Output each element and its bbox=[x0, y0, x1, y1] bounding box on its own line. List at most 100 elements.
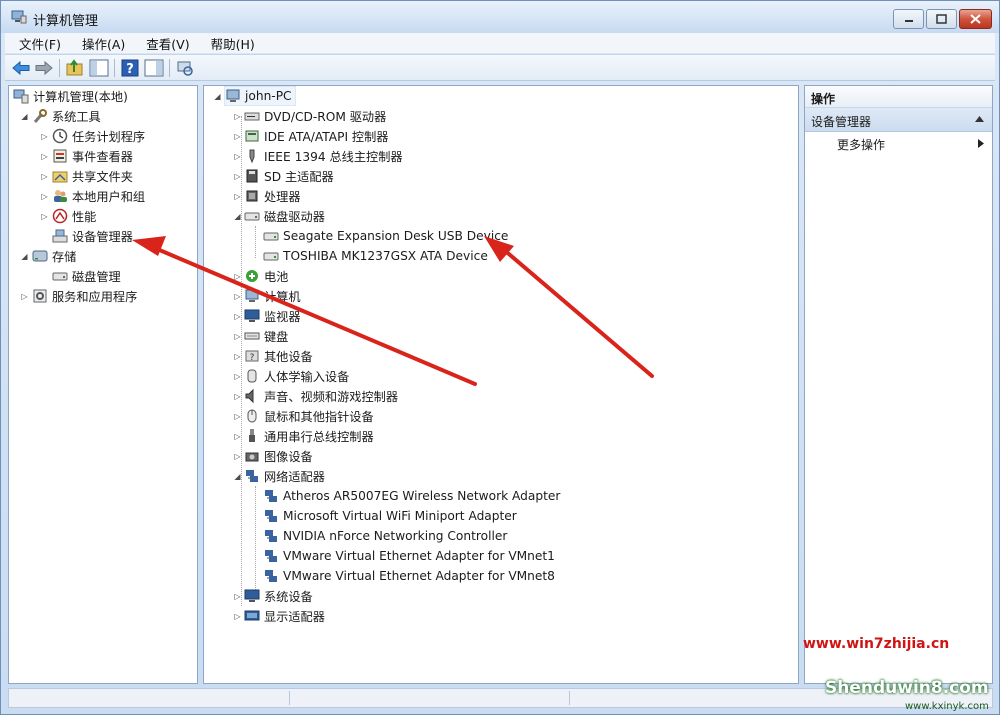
expand-icon[interactable]: ▷ bbox=[20, 292, 29, 301]
device-category[interactable]: 系统设备 bbox=[244, 586, 313, 606]
close-icon bbox=[970, 14, 981, 24]
device-category[interactable]: SD 主适配器 bbox=[244, 166, 334, 186]
minimize-button[interactable] bbox=[893, 9, 924, 29]
maximize-button[interactable] bbox=[926, 9, 957, 29]
expand-icon[interactable]: ▷ bbox=[40, 192, 49, 201]
scan-hardware-icon[interactable] bbox=[175, 59, 195, 77]
help-icon[interactable]: ? bbox=[120, 59, 140, 77]
collapse-icon[interactable]: ◢ bbox=[213, 92, 222, 101]
device-root-label: john-PC bbox=[245, 89, 292, 103]
menu-view[interactable]: 查看(V) bbox=[132, 34, 196, 53]
collapse-icon[interactable]: ◢ bbox=[20, 112, 29, 121]
menu-file[interactable]: 文件(F) bbox=[5, 34, 68, 53]
device-category[interactable]: 磁盘驱动器 bbox=[244, 206, 325, 226]
expand-icon[interactable]: ▷ bbox=[40, 132, 49, 141]
expand-icon[interactable]: ▷ bbox=[40, 172, 49, 181]
tree-item-shared-folders[interactable]: 共享文件夹 bbox=[52, 166, 133, 186]
tree-item-computer-management[interactable]: 计算机管理(本地) bbox=[13, 86, 128, 106]
expand-icon[interactable]: ▷ bbox=[233, 352, 242, 361]
device-root-john-pc[interactable]: john-PC bbox=[224, 86, 296, 106]
tree-item-performance[interactable]: 性能 bbox=[52, 206, 96, 226]
expand-icon[interactable]: ▷ bbox=[233, 272, 242, 281]
device-item[interactable]: Microsoft Virtual WiFi Miniport Adapter bbox=[263, 506, 517, 526]
computer-management-icon bbox=[13, 89, 29, 104]
forward-icon[interactable] bbox=[34, 59, 54, 77]
device-item[interactable]: Atheros AR5007EG Wireless Network Adapte… bbox=[263, 486, 560, 506]
expand-icon[interactable]: ▷ bbox=[233, 432, 242, 441]
expand-icon[interactable]: ▷ bbox=[233, 592, 242, 601]
device-category[interactable]: 显示适配器 bbox=[244, 606, 325, 626]
tree-label: 共享文件夹 bbox=[72, 170, 133, 184]
device-category[interactable]: IEEE 1394 总线主控制器 bbox=[244, 146, 403, 166]
back-icon[interactable] bbox=[11, 59, 31, 77]
monitor-icon bbox=[244, 309, 260, 322]
close-button[interactable] bbox=[959, 9, 992, 29]
expand-icon[interactable]: ▷ bbox=[233, 332, 242, 341]
storage-icon bbox=[32, 250, 48, 262]
actions-section-device-manager[interactable]: 设备管理器 bbox=[805, 108, 992, 132]
expand-icon[interactable]: ▷ bbox=[233, 192, 242, 201]
collapse-icon[interactable]: ◢ bbox=[20, 252, 29, 261]
device-item[interactable]: VMware Virtual Ethernet Adapter for VMne… bbox=[263, 566, 555, 586]
show-hide-tree-icon[interactable] bbox=[89, 59, 109, 77]
device-item[interactable]: VMware Virtual Ethernet Adapter for VMne… bbox=[263, 546, 555, 566]
device-manager-icon bbox=[52, 229, 68, 243]
device-category[interactable]: 键盘 bbox=[244, 326, 288, 346]
tree-item-task-scheduler[interactable]: 任务计划程序 bbox=[52, 126, 145, 146]
device-category[interactable]: 网络适配器 bbox=[244, 466, 325, 486]
expand-icon[interactable]: ▷ bbox=[40, 152, 49, 161]
device-category[interactable]: ? 其他设备 bbox=[244, 346, 313, 366]
menu-help[interactable]: 帮助(H) bbox=[197, 34, 262, 53]
device-item[interactable]: NVIDIA nForce Networking Controller bbox=[263, 526, 507, 546]
tree-item-device-manager[interactable]: 设备管理器 bbox=[52, 226, 133, 246]
tree-item-storage[interactable]: 存储 bbox=[32, 246, 76, 266]
device-item[interactable]: Seagate Expansion Desk USB Device bbox=[263, 226, 508, 246]
expand-icon[interactable]: ▷ bbox=[233, 452, 242, 461]
up-folder-icon[interactable] bbox=[65, 59, 85, 77]
expand-icon[interactable]: ▷ bbox=[233, 372, 242, 381]
collapse-up-icon[interactable] bbox=[975, 116, 984, 122]
expand-icon[interactable]: ▷ bbox=[233, 412, 242, 421]
tree-item-disk-management[interactable]: 磁盘管理 bbox=[52, 266, 121, 286]
tree-item-local-users-groups[interactable]: 本地用户和组 bbox=[52, 186, 145, 206]
device-category[interactable]: 电池 bbox=[244, 266, 288, 286]
computer-management-icon bbox=[11, 10, 27, 24]
device-label: Seagate Expansion Desk USB Device bbox=[283, 229, 509, 243]
tree-label: 事件查看器 bbox=[72, 150, 133, 164]
collapse-icon[interactable]: ◢ bbox=[233, 212, 242, 221]
expand-icon[interactable]: ▷ bbox=[233, 132, 242, 141]
title-bar[interactable]: 计算机管理 bbox=[1, 1, 999, 33]
device-category[interactable]: 声音、视频和游戏控制器 bbox=[244, 386, 398, 406]
device-category[interactable]: IDE ATA/ATAPI 控制器 bbox=[244, 126, 389, 146]
expand-icon[interactable]: ▷ bbox=[233, 172, 242, 181]
device-category[interactable]: 鼠标和其他指针设备 bbox=[244, 406, 374, 426]
tree-item-event-viewer[interactable]: 事件查看器 bbox=[52, 146, 133, 166]
console-tree-pane: 计算机管理(本地) ◢ 系统工具 ▷ 任务计划程序 ▷ 事件查看器 ▷ 共享文件… bbox=[8, 85, 198, 684]
collapse-icon[interactable]: ◢ bbox=[233, 472, 242, 481]
menu-action[interactable]: 操作(A) bbox=[68, 34, 132, 53]
device-category[interactable]: 处理器 bbox=[244, 186, 301, 206]
device-category[interactable]: 计算机 bbox=[244, 286, 301, 306]
expand-icon[interactable]: ▷ bbox=[233, 112, 242, 121]
device-category[interactable]: 图像设备 bbox=[244, 446, 313, 466]
device-category[interactable]: DVD/CD-ROM 驱动器 bbox=[244, 106, 386, 126]
device-category[interactable]: 人体学输入设备 bbox=[244, 366, 349, 386]
expand-icon[interactable]: ▷ bbox=[233, 612, 242, 621]
tree-item-system-tools[interactable]: 系统工具 bbox=[32, 106, 101, 126]
device-label: 显示适配器 bbox=[264, 610, 325, 624]
window-title: 计算机管理 bbox=[33, 14, 99, 29]
expand-icon[interactable]: ▷ bbox=[233, 152, 242, 161]
more-actions-item[interactable]: 更多操作 bbox=[837, 136, 885, 153]
expand-icon[interactable]: ▷ bbox=[233, 312, 242, 321]
expand-icon[interactable]: ▷ bbox=[233, 292, 242, 301]
expand-icon[interactable]: ▷ bbox=[40, 212, 49, 221]
computer-icon bbox=[245, 289, 259, 302]
device-item[interactable]: TOSHIBA MK1237GSX ATA Device bbox=[263, 246, 488, 266]
tree-item-services-applications[interactable]: 服务和应用程序 bbox=[32, 286, 137, 306]
usb-icon bbox=[249, 429, 255, 442]
device-category[interactable]: 通用串行总线控制器 bbox=[244, 426, 374, 446]
expand-icon[interactable]: ▷ bbox=[233, 392, 242, 401]
device-category[interactable]: 监视器 bbox=[244, 306, 301, 326]
device-label: 图像设备 bbox=[264, 450, 313, 464]
show-hide-action-pane-icon[interactable] bbox=[144, 59, 164, 77]
